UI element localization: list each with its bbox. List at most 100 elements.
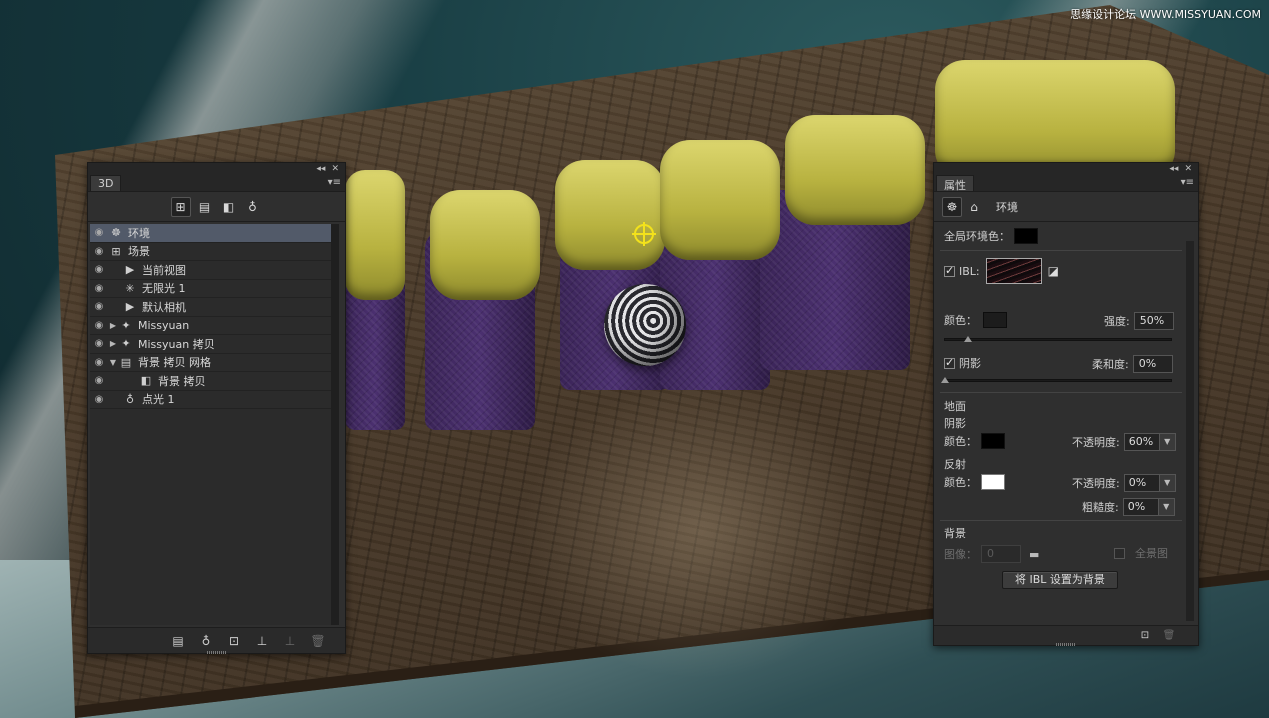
cap-u — [785, 115, 925, 225]
list-item[interactable]: ◉ ♁ 点光 1 — [90, 391, 333, 409]
scene-icon: ⊞ — [111, 244, 121, 258]
tab-3d[interactable]: 3D — [90, 175, 122, 191]
panel-resize-grip[interactable] — [1056, 643, 1076, 646]
panel-resize-grip[interactable] — [206, 651, 227, 654]
environment-icon[interactable]: ☸ — [942, 196, 962, 217]
softness-input[interactable]: 0% — [1132, 355, 1173, 373]
close-icon[interactable]: ✕ — [331, 164, 339, 174]
3d-filter-toolbar: ⊞ ▤ ◧ ♁ — [88, 192, 345, 222]
softness-slider[interactable] — [941, 377, 1172, 383]
visibility-eye-icon[interactable]: ◉ — [90, 338, 108, 349]
visibility-eye-icon[interactable]: ◉ — [90, 357, 108, 368]
list-item[interactable]: ◉ ✳ 无限光 1 — [90, 280, 333, 298]
ground-shadow-opacity-value[interactable]: 60% — [1124, 434, 1159, 450]
list-item[interactable]: ◉ ▶ ✦ Missyuan — [90, 317, 333, 335]
intensity-input[interactable]: 50% — [1133, 312, 1174, 330]
ibl-color-swatch[interactable] — [983, 312, 1007, 328]
chrome-sphere-object[interactable] — [604, 284, 686, 366]
chevron-down-icon[interactable]: ▼ — [1158, 475, 1175, 491]
visibility-eye-icon[interactable]: ◉ — [90, 283, 108, 294]
edit-texture-icon[interactable]: ◪ — [1048, 264, 1059, 278]
list-item[interactable]: ◉ ▶ 当前视图 — [90, 261, 333, 280]
ibl-texture-thumbnail[interactable] — [985, 258, 1042, 284]
ground-icon[interactable]: ⊥ — [251, 631, 273, 651]
roughness-dropdown[interactable]: 0% ▼ — [1122, 498, 1175, 516]
collapse-chevron-icon[interactable]: ▼ — [108, 358, 118, 367]
list-item[interactable]: ◉ ⊞ 场景 — [90, 243, 333, 261]
expand-chevron-icon[interactable]: ▶ — [108, 321, 118, 330]
collapse-icon[interactable]: ◂◂ — [316, 164, 325, 174]
global-ambient-swatch[interactable] — [1014, 228, 1038, 244]
intensity-label: 强度: — [1104, 315, 1130, 328]
panorama-checkbox[interactable] — [1114, 547, 1125, 559]
reflection-color-swatch[interactable] — [981, 474, 1005, 490]
ground-shadow-color-swatch[interactable] — [981, 433, 1005, 449]
divider — [940, 250, 1182, 251]
mesh-icon: ✦ — [121, 318, 131, 332]
image-input[interactable]: 0 — [981, 545, 1021, 563]
set-ibl-as-background-button[interactable]: 将 IBL 设置为背景 — [1002, 571, 1118, 589]
visibility-eye-icon[interactable]: ◉ — [90, 320, 108, 331]
ground-title: 地面 — [944, 400, 966, 413]
reflection-opacity-value[interactable]: 0% — [1124, 475, 1159, 491]
list-item[interactable]: ◉ ▼ ▤ 背景 拷贝 网格 — [90, 354, 333, 372]
image-label: 图像： — [944, 548, 977, 561]
layer-list-scrollbar[interactable] — [331, 224, 339, 625]
visibility-eye-icon[interactable]: ◉ — [90, 301, 108, 312]
add-constraint-icon[interactable]: ⊡ — [223, 631, 245, 651]
list-item[interactable]: ◉ ▶ 默认相机 — [90, 298, 333, 317]
softness-slider-thumb[interactable] — [941, 377, 949, 383]
spotlight-glow — [520, 380, 880, 680]
filter-scene-icon[interactable]: ⊞ — [170, 196, 191, 217]
3d-panel: ◂◂ ✕ 3D ▾≡ ⊞ ▤ ◧ ♁ ◉ ☸ 环境 ◉ ⊞ 场景 ◉ ▶ 当前视… — [87, 162, 346, 654]
visibility-eye-icon[interactable]: ◉ — [90, 246, 108, 257]
filter-mesh-icon[interactable]: ▤ — [195, 197, 215, 217]
shadow-label: 阴影 — [959, 357, 981, 370]
material-icon: ◧ — [140, 374, 152, 388]
expand-chevron-icon[interactable]: ▶ — [108, 339, 118, 348]
delete-icon[interactable]: 🗑 — [1162, 629, 1176, 643]
chevron-down-icon[interactable]: ▼ — [1157, 499, 1174, 515]
tab-properties[interactable]: 属性 — [936, 175, 974, 192]
list-item[interactable]: ◉ ☸ 环境 — [90, 224, 333, 243]
list-item[interactable]: ◉ ▶ ✦ Missyuan 拷贝 — [90, 335, 333, 354]
panel-menu-icon[interactable]: ▾≡ — [1181, 177, 1194, 188]
ibl-checkbox[interactable] — [944, 264, 955, 277]
chevron-down-icon[interactable]: ▼ — [1158, 434, 1175, 450]
delete-icon[interactable]: 🗑 — [307, 631, 329, 651]
panel-props-tabbar: 属性 ▾≡ — [934, 175, 1198, 192]
point-light-gizmo-icon[interactable] — [632, 222, 656, 246]
new-light-icon[interactable]: ♁ — [195, 631, 217, 651]
layer-label: 场景 — [128, 245, 150, 259]
layer-label: 背景 拷贝 网格 — [138, 356, 211, 370]
properties-scrollbar[interactable] — [1186, 241, 1194, 621]
filter-light-icon[interactable]: ♁ — [243, 197, 263, 217]
coordinates-icon[interactable]: ⌂ — [964, 197, 984, 217]
ground-shadow-opacity-label: 不透明度: — [1072, 436, 1120, 449]
new-mesh-icon[interactable]: ▤ — [167, 631, 189, 651]
intensity-slider[interactable] — [944, 336, 1172, 342]
intensity-slider-thumb[interactable] — [963, 336, 972, 342]
shadow-checkbox[interactable] — [944, 356, 955, 369]
visibility-eye-icon[interactable]: ◉ — [90, 375, 108, 386]
visibility-eye-icon[interactable]: ◉ — [90, 394, 108, 405]
ground-shadow-color-label: 颜色： — [944, 435, 977, 448]
ibl-color-label: 颜色： — [944, 314, 977, 327]
roughness-value[interactable]: 0% — [1123, 499, 1158, 515]
visibility-eye-icon[interactable]: ◉ — [90, 264, 108, 275]
filter-material-icon[interactable]: ◧ — [219, 197, 239, 217]
environment-icon: ☸ — [111, 226, 121, 240]
list-item[interactable]: ◉ ◧ 背景 拷贝 — [90, 372, 333, 391]
constraint-icon[interactable]: ⊥ — [279, 631, 301, 651]
panel-menu-icon[interactable]: ▾≡ — [328, 177, 341, 188]
visibility-eye-icon[interactable]: ◉ — [90, 227, 108, 238]
render-icon[interactable]: ⊡ — [1138, 629, 1152, 643]
layer-label: Missyuan 拷贝 — [138, 337, 215, 351]
infinite-light-icon: ✳ — [125, 281, 135, 295]
ground-shadow-opacity-dropdown[interactable]: 60% ▼ — [1123, 433, 1176, 451]
folder-icon[interactable]: ▬ — [1029, 548, 1039, 561]
collapse-icon[interactable]: ◂◂ — [1169, 164, 1178, 174]
reflection-opacity-dropdown[interactable]: 0% ▼ — [1123, 474, 1176, 492]
properties-body: 全局环境色： IBL: ◪ 颜色： 强度: 50% 阴影 柔和度: 0% — [934, 222, 1198, 622]
close-icon[interactable]: ✕ — [1184, 164, 1192, 174]
